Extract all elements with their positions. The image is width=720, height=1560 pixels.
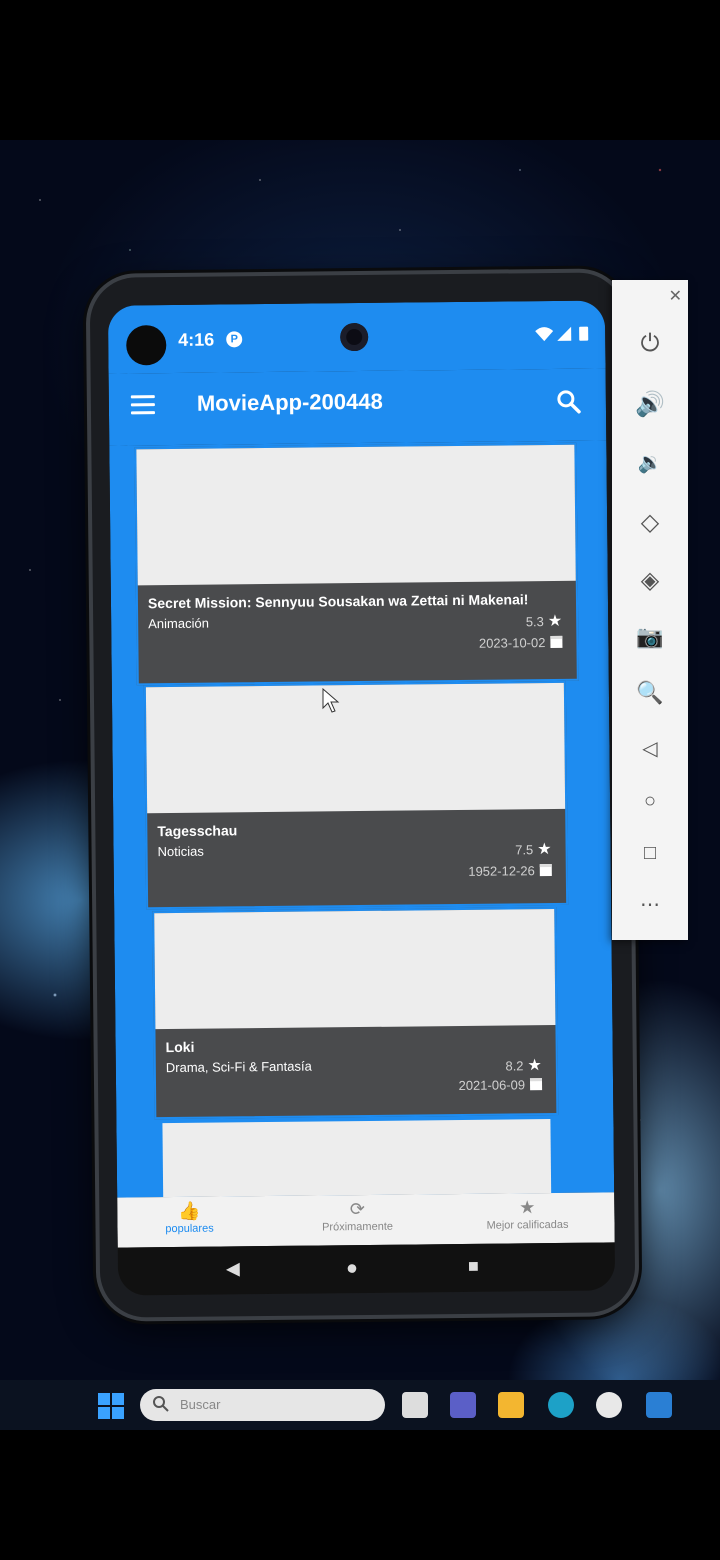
- zoom-icon[interactable]: 🔍: [612, 680, 688, 706]
- power-icon[interactable]: ⏻: [612, 330, 688, 358]
- rotate-left-icon[interactable]: ◇: [612, 508, 688, 537]
- movie-rating: 8.2 ★: [505, 1057, 542, 1075]
- rotate-right-icon[interactable]: ◈: [612, 566, 688, 595]
- movie-poster: [162, 1119, 552, 1198]
- search-icon: [152, 1395, 170, 1416]
- movie-date: 2021-06-09: [458, 1077, 543, 1093]
- system-navigation-bar: ◀ ● ■: [117, 1242, 616, 1296]
- file-explorer-icon[interactable]: [498, 1392, 524, 1418]
- mouse-cursor-icon: [322, 688, 340, 713]
- taskbar-search[interactable]: Buscar: [140, 1389, 385, 1421]
- movie-title: Loki: [165, 1038, 195, 1056]
- movie-card[interactable]: Secret Mission: Sennyuu Sousakan wa Zett…: [134, 442, 579, 686]
- edge-icon[interactable]: [548, 1392, 574, 1418]
- movie-genre: Noticias: [157, 843, 204, 860]
- nav-popular[interactable]: 👍 populares: [119, 1200, 259, 1235]
- windows-start-icon[interactable]: [98, 1393, 124, 1419]
- clock-icon: ⟳: [349, 1198, 365, 1220]
- volume-down-icon[interactable]: 🔉: [612, 450, 688, 475]
- status-icons: [535, 325, 595, 349]
- task-view-icon[interactable]: [402, 1392, 428, 1418]
- movie-rating: 5.3 ★: [525, 612, 563, 631]
- front-camera: [340, 322, 369, 352]
- emulator-toolbar: ✕ ⏻ 🔊 🔉 ◇ ◈ 📷 🔍 ◁ ○ □ ⋯: [612, 280, 688, 940]
- movie-list[interactable]: Secret Mission: Sennyuu Sousakan wa Zett…: [109, 440, 615, 1198]
- back-icon[interactable]: ◁: [612, 736, 688, 761]
- phone-screen: 4:16 P MovieApp-200448 Secret Mission: S…: [107, 300, 616, 1296]
- movie-rating: 7.5 ★: [515, 841, 552, 859]
- camera-icon[interactable]: 📷: [612, 624, 688, 650]
- movie-card[interactable]: Loki Drama, Sci-Fi & Fantasía 8.2 ★ 2021-…: [152, 906, 559, 1120]
- nav-top-rated[interactable]: ★ Mejor calificadas: [457, 1197, 597, 1232]
- windows-taskbar: Buscar: [0, 1380, 720, 1430]
- recents-icon[interactable]: ■: [468, 1256, 479, 1277]
- teams-icon[interactable]: [450, 1392, 476, 1418]
- thumbs-up-icon: 👍: [178, 1200, 201, 1221]
- movie-genre: Drama, Sci-Fi & Fantasía: [165, 1058, 312, 1076]
- movie-date: 1952-12-26: [468, 863, 552, 879]
- status-notification-icon: P: [226, 331, 243, 348]
- movie-card[interactable]: Tagesschau Noticias 7.5 ★ 1952-12-26: [143, 680, 569, 910]
- notification-dot: [126, 325, 167, 366]
- calendar-icon: [539, 864, 552, 877]
- search-icon[interactable]: [556, 389, 582, 415]
- star-icon: ★: [537, 841, 552, 859]
- menu-icon[interactable]: [130, 395, 156, 415]
- star-icon: ★: [519, 1197, 536, 1218]
- overview-icon[interactable]: □: [612, 842, 688, 865]
- wifi-signal-battery-icon: [535, 326, 589, 342]
- star-icon: ★: [527, 1057, 542, 1075]
- movie-genre: Animación: [148, 615, 209, 632]
- back-icon[interactable]: ◀: [226, 1258, 240, 1279]
- bottom-navigation: 👍 populares ⟳ Próximamente ★ Mejor calif…: [117, 1192, 615, 1248]
- close-icon[interactable]: ✕: [669, 286, 682, 306]
- nav-upcoming[interactable]: ⟳ Próximamente: [287, 1198, 427, 1233]
- app-title: MovieApp-200448: [196, 388, 383, 416]
- vscode-icon[interactable]: [646, 1392, 672, 1418]
- app-icon[interactable]: [596, 1392, 622, 1418]
- home-icon[interactable]: ●: [346, 1257, 358, 1280]
- status-time: 4:16: [178, 329, 215, 350]
- movie-date: 2023-10-02: [479, 635, 563, 651]
- movie-poster: [145, 682, 566, 814]
- movie-title: Secret Mission: Sennyuu Sousakan wa Zett…: [147, 591, 529, 612]
- movie-poster: [154, 908, 556, 1030]
- calendar-icon: [529, 1078, 543, 1091]
- more-icon[interactable]: ⋯: [612, 892, 688, 917]
- status-bar: 4:16 P: [107, 300, 606, 374]
- volume-up-icon[interactable]: 🔊: [612, 390, 688, 419]
- movie-title: Tagesschau: [157, 822, 238, 840]
- emulator-phone: 4:16 P MovieApp-200448 Secret Mission: S…: [89, 272, 636, 1318]
- movie-card[interactable]: [160, 1117, 554, 1198]
- calendar-icon: [550, 635, 563, 649]
- movie-poster: [136, 444, 576, 586]
- home-icon[interactable]: ○: [612, 790, 688, 813]
- star-icon: ★: [547, 612, 563, 631]
- app-toolbar: MovieApp-200448: [108, 368, 607, 446]
